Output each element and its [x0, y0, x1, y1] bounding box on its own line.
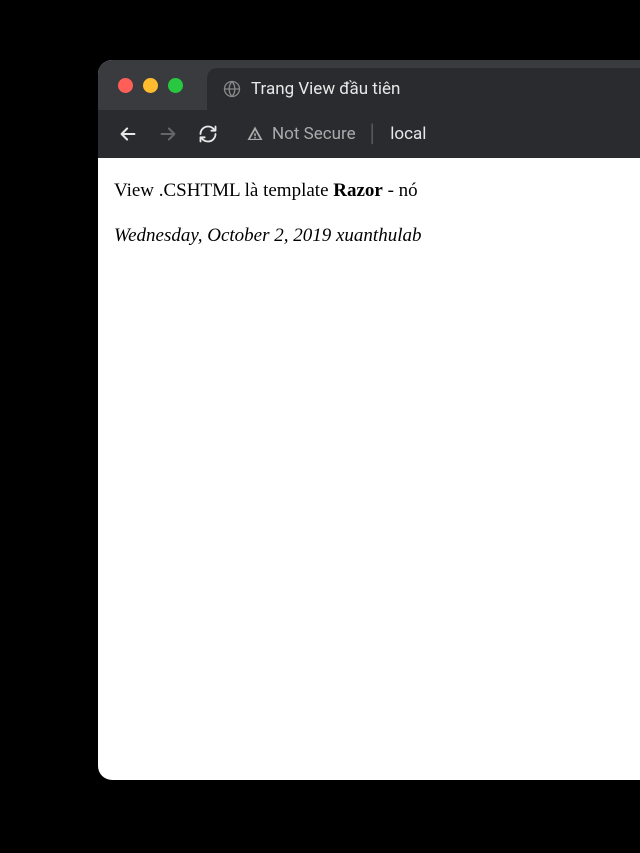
text-fragment: - nó	[383, 180, 418, 201]
url-text: local	[390, 124, 426, 144]
forward-button[interactable]	[150, 116, 186, 152]
url-field[interactable]: Not Secure │ local	[246, 124, 640, 144]
maximize-window-button[interactable]	[168, 78, 183, 93]
text-bold: Razor	[333, 180, 383, 201]
page-content: View .CSHTML là template Razor - nó Wedn…	[98, 158, 640, 287]
minimize-window-button[interactable]	[143, 78, 158, 93]
text-italic: Wednesday, October 2, 2019 xuanthulab	[114, 225, 421, 246]
window-controls	[98, 60, 183, 110]
reload-button[interactable]	[190, 116, 226, 152]
browser-window: Trang View đầu tiên Not Se	[98, 60, 640, 780]
content-line-2: Wednesday, October 2, 2019 xuanthulab	[114, 223, 640, 250]
tab-title: Trang View đầu tiên	[251, 79, 400, 99]
back-button[interactable]	[110, 116, 146, 152]
browser-tab[interactable]: Trang View đầu tiên	[207, 68, 640, 110]
not-secure-icon	[246, 125, 264, 143]
close-window-button[interactable]	[118, 78, 133, 93]
content-line-1: View .CSHTML là template Razor - nó	[114, 178, 640, 205]
tab-strip: Trang View đầu tiên	[98, 60, 640, 110]
text-fragment: View .CSHTML là template	[114, 180, 333, 201]
url-divider: │	[368, 124, 379, 144]
security-status: Not Secure	[272, 124, 356, 144]
globe-icon	[223, 80, 241, 98]
address-bar: Not Secure │ local	[98, 110, 640, 158]
